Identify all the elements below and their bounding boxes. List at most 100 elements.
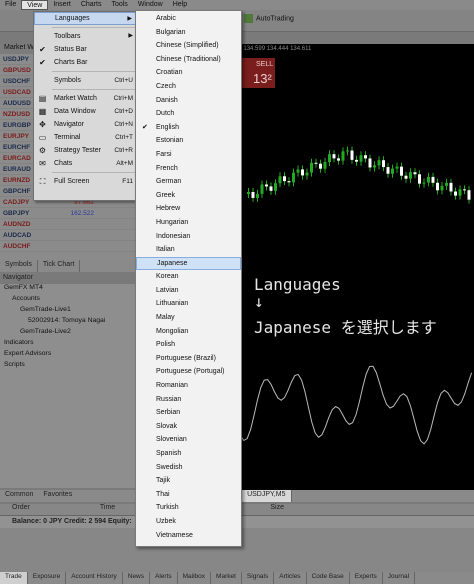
candle-body [454,191,457,196]
language-item-russian[interactable]: Russian [136,393,241,407]
chats-icon: ✉ [39,159,46,168]
tab-signals[interactable]: Signals [242,572,275,584]
candle-body [287,181,291,183]
menu-item-chats[interactable]: ✉ Chats Alt+M [34,157,137,170]
navigator-item[interactable]: GemTrade-Live2 [0,328,137,339]
language-item-turkish[interactable]: Turkish [136,501,241,515]
candle-body [341,151,345,161]
language-item-croatian[interactable]: Croatian [136,66,241,80]
tab-articles[interactable]: Articles [274,572,307,584]
language-item-lithuanian[interactable]: Lithuanian [136,297,241,311]
language-item-vietnamese[interactable]: Vietnamese [136,529,241,543]
tab-market[interactable]: Market [211,572,242,584]
menu-item-strategy-tester[interactable]: ⚙ Strategy Tester Ctrl+R [34,144,137,157]
language-item-english[interactable]: English [136,121,241,135]
language-item-danish[interactable]: Danish [136,94,241,108]
candle-body [431,176,435,183]
market-watch-row[interactable]: AUDNZD [0,219,137,230]
tab-alerts[interactable]: Alerts [150,572,178,584]
menu-insert[interactable]: Insert [48,0,76,10]
menu-item-full-screen[interactable]: ⛶ Full Screen F11 [34,175,137,188]
candle-body [359,155,363,162]
language-item-tajik[interactable]: Tajik [136,474,241,488]
indicator-line [236,365,473,445]
language-item-slovak[interactable]: Slovak [136,420,241,434]
language-item-romanian[interactable]: Romanian [136,379,241,393]
language-item-german[interactable]: German [136,175,241,189]
tab-experts[interactable]: Experts [350,572,383,584]
tab-tick-chart[interactable]: Tick Chart [38,260,81,272]
navigator-item[interactable]: Expert Advisors [0,350,137,361]
language-item-indonesian[interactable]: Indonesian [136,230,241,244]
language-item-slovenian[interactable]: Slovenian [136,433,241,447]
navigator-item[interactable]: Indicators [0,339,137,350]
tab-code-base[interactable]: Code Base [307,572,350,584]
menu-item-data-window[interactable]: ▦ Data Window Ctrl+D [34,105,137,118]
menu-item-toolbars[interactable]: Toolbars ▶ [34,30,137,43]
submenu-arrow-icon: ▶ [127,16,132,22]
tab-trade[interactable]: Trade [0,572,28,584]
language-item-mongolian[interactable]: Mongolian [136,325,241,339]
language-item-farsi[interactable]: Farsi [136,148,241,162]
language-item-portuguese-portugal[interactable]: Portuguese (Portugal) [136,365,241,379]
language-item-dutch[interactable]: Dutch [136,107,241,121]
check-icon: ✔ [39,45,46,54]
language-item-arabic[interactable]: Arabic [136,12,241,26]
language-item-italian[interactable]: Italian [136,243,241,257]
language-item-bulgarian[interactable]: Bulgarian [136,26,241,40]
language-item-thai[interactable]: Thai [136,488,241,502]
language-item-czech[interactable]: Czech [136,80,241,94]
navigator-item[interactable]: GemTrade-Live1 [0,306,137,317]
menu-item-label: Navigator [54,121,84,128]
menu-item-status-bar[interactable]: ✔ Status Bar [34,43,137,56]
language-item-korean[interactable]: Korean [136,270,241,284]
language-item-spanish[interactable]: Spanish [136,447,241,461]
chart-tab[interactable]: USDJPY,M5 [241,490,293,502]
autotrading-button[interactable]: AutoTrading [244,14,294,23]
tab-account-history[interactable]: Account History [66,572,123,584]
language-item-hungarian[interactable]: Hungarian [136,216,241,230]
language-item-latvian[interactable]: Latvian [136,284,241,298]
menu-charts[interactable]: Charts [76,0,107,10]
language-item-chinese-simplified[interactable]: Chinese (Simplified) [136,39,241,53]
candle-body [377,160,381,166]
tab-symbols[interactable]: Symbols [0,260,38,272]
menu-item-symbols[interactable]: Symbols Ctrl+U [34,74,137,87]
language-item-french[interactable]: French [136,162,241,176]
menu-view[interactable]: View [21,0,49,10]
language-item-greek[interactable]: Greek [136,189,241,203]
menu-item-terminal[interactable]: ▭ Terminal Ctrl+T [34,131,137,144]
tab-mailbox[interactable]: Mailbox [178,572,212,584]
menu-item-market-watch[interactable]: ▤ Market Watch Ctrl+M [34,92,137,105]
menu-item-languages[interactable]: Languages ▶ [34,12,137,25]
language-item-uzbek[interactable]: Uzbek [136,515,241,529]
language-item-hebrew[interactable]: Hebrew [136,202,241,216]
market-watch-row[interactable]: GBPJPY 162.522 [0,208,137,219]
navigator-item[interactable]: Accounts [0,295,137,306]
language-item-chinese-traditional[interactable]: Chinese (Traditional) [136,53,241,67]
tab-favorites[interactable]: Favorites [38,490,77,502]
navigator-item[interactable]: 52002914: Tomoya Nagai [0,317,137,328]
menu-file[interactable]: File [0,0,21,10]
market-watch-row[interactable]: AUDCHF [0,241,137,252]
menu-item-charts-bar[interactable]: ✔ Charts Bar [34,56,137,69]
menu-window[interactable]: Window [133,0,168,10]
tab-news[interactable]: News [123,572,151,584]
language-item-japanese[interactable]: Japanese [136,256,241,271]
tab-journal[interactable]: Journal [383,572,416,584]
language-item-serbian[interactable]: Serbian [136,406,241,420]
language-item-estonian[interactable]: Estonian [136,134,241,148]
menu-item-navigator[interactable]: ✥ Navigator Ctrl+N [34,118,137,131]
tab-exposure[interactable]: Exposure [28,572,67,584]
language-item-swedish[interactable]: Swedish [136,461,241,475]
navigator-item[interactable]: GemFX MT4 [0,284,137,295]
navigator-item[interactable]: Scripts [0,361,137,372]
menu-help[interactable]: Help [168,0,192,10]
tab-common[interactable]: Common [0,490,38,502]
language-item-malay[interactable]: Malay [136,311,241,325]
candle-body [445,182,448,186]
language-item-polish[interactable]: Polish [136,338,241,352]
market-watch-row[interactable]: AUDCAD [0,230,137,241]
language-item-portuguese-brazil[interactable]: Portuguese (Brazil) [136,352,241,366]
menu-tools[interactable]: Tools [106,0,132,10]
